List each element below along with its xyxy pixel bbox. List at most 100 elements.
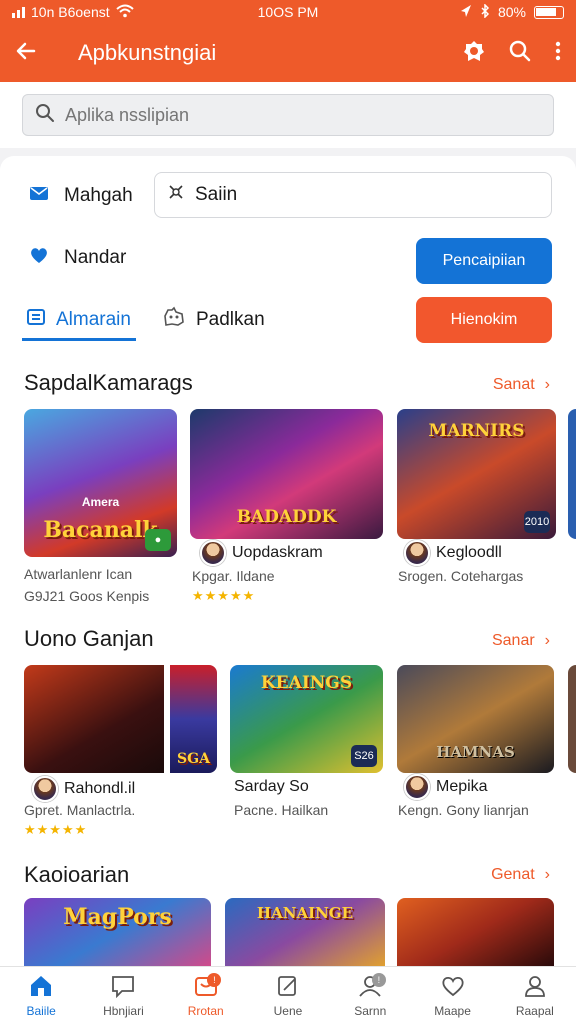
search-icon[interactable] [508,39,532,68]
tab-1[interactable]: Padlkan [162,300,265,340]
game-card-2[interactable]: BADADDK [190,409,383,539]
chevron-right-icon: › [544,376,550,393]
game-art [568,665,576,773]
art-title: HAMNAS [436,743,515,761]
clock: 10OS PM [257,4,319,20]
game-art [397,898,554,966]
primary-button[interactable]: Pencaipiian [416,238,552,284]
list-icon [26,307,46,333]
chevron-right-icon: › [544,866,550,883]
game-badge: S26 [351,745,377,767]
nav-label: Hbnjiari [103,1003,144,1018]
game-meta: Pacne. Hailkan [234,802,329,818]
text-field-value: Saiin [195,184,238,205]
game-name: Uopdaskram [200,540,323,566]
nav-label: Maape [434,1003,471,1018]
bottom-nav: Baiile Hbnjiari ! Rrotan Uene ! Sarnn Ma… [0,966,576,1024]
game-meta: Kpgar. Ildane [192,568,275,584]
game-name: Rahondl.il [32,776,135,802]
tab-0[interactable]: Almarain [26,300,131,340]
notification-dot: ! [371,973,386,987]
heart-icon [440,974,466,1001]
game-card-7[interactable]: MagPors [24,898,211,966]
row-label-2: Nandar [64,247,127,268]
nav-label: Sarnn [354,1003,387,1018]
see-more-link-3[interactable]: Genat › [491,866,550,884]
art-subtitle: Amera [81,495,120,509]
nav-item-edit[interactable]: Uene [247,967,329,1024]
art-title: SGA [177,751,210,767]
badge-icon[interactable] [462,39,486,68]
game-card-4b[interactable]: SGA [170,665,217,773]
edit-icon [275,974,301,1001]
art-title: KEAINGS [260,673,353,693]
avatar [404,774,430,800]
game-title: Sarday So [234,778,309,795]
rating-stars: ★★★★★ [192,588,256,603]
gamepad-icon [162,306,186,334]
avatar [200,540,226,566]
status-bar: 10n B6oenst 10OS PM 80% [0,0,576,24]
game-title: Mepika [436,778,488,795]
nav-item-chat[interactable]: Hbnjiari [82,967,164,1024]
tab-indicator [22,338,136,341]
game-card-3[interactable]: MARNIRS 2010 [397,409,556,539]
section-title-3: Kaoioarian [24,862,130,887]
see-more-link-1[interactable]: Sanat › [493,376,550,394]
app-bar: Apbkunstngiai [0,24,576,82]
game-card-1[interactable]: Amera Bacanalk ● [24,409,177,557]
game-card-8[interactable]: HANAINGE [225,898,385,966]
game-meta: Kengn. Gony lianrjan [398,802,529,818]
tool-icon [167,183,185,207]
tab-label: Almarain [56,309,131,330]
section-title-2: Uono Ganjan [24,626,154,651]
game-meta: Atwarlanlenr Ican [24,566,133,582]
game-card-peek [568,665,576,773]
see-more-link-2[interactable]: Sanar › [492,632,550,650]
home-icon [28,974,54,1001]
search-input[interactable] [65,104,505,126]
game-card-5[interactable]: KEAINGS S26 [230,665,383,773]
chevron-right-icon: › [544,632,550,649]
game-art [24,665,164,773]
nav-label: Baiile [26,1003,56,1018]
notification-dot: ! [207,973,222,987]
game-title: Uopdaskram [232,544,323,561]
game-card-4[interactable] [24,665,164,773]
game-badge: 2010 [524,511,550,533]
secondary-button[interactable]: Hienokim [416,297,552,343]
see-more-label: Sanar [491,632,535,649]
envelope-icon [28,182,50,210]
game-meta: Srogen. Cotehargas [398,568,524,584]
avatar [404,540,430,566]
game-name: Mepika [404,774,488,800]
avatar [32,776,58,802]
art-title: BADADDK [236,507,337,527]
see-more-label: Sanat [492,376,535,393]
search-box[interactable] [22,94,554,136]
rating-badge: ● [145,529,171,551]
back-arrow-icon[interactable] [14,39,38,68]
nav-label: Uene [273,1003,303,1018]
art-title: MARNIRS [428,421,525,441]
nav-item-friends[interactable]: ! Sarnn [329,967,411,1024]
heart-link-icon [28,244,50,272]
nav-label: Raapal [515,1003,554,1018]
text-field[interactable]: Saiin [154,172,552,218]
content-card: Mahgah Saiin Nandar Pencaipiian Hienokim… [0,156,576,966]
nav-item-favorites[interactable]: Maape [411,967,493,1024]
see-more-label: Genat [491,866,535,883]
search-icon [35,103,55,128]
game-card-9[interactable] [397,898,554,966]
game-card-6[interactable]: HAMNAS [397,665,554,773]
game-art [568,409,576,539]
more-vert-icon[interactable] [554,39,562,68]
nav-item-promo[interactable]: ! Rrotan [165,967,247,1024]
form-row-1: Mahgah [28,182,133,210]
nav-item-profile[interactable]: Raapal [494,967,576,1024]
game-card-peek [568,409,576,539]
search-area [0,82,576,148]
tab-label: Padlkan [196,309,265,330]
user-icon [522,974,548,1001]
nav-item-home[interactable]: Baiile [0,967,82,1024]
